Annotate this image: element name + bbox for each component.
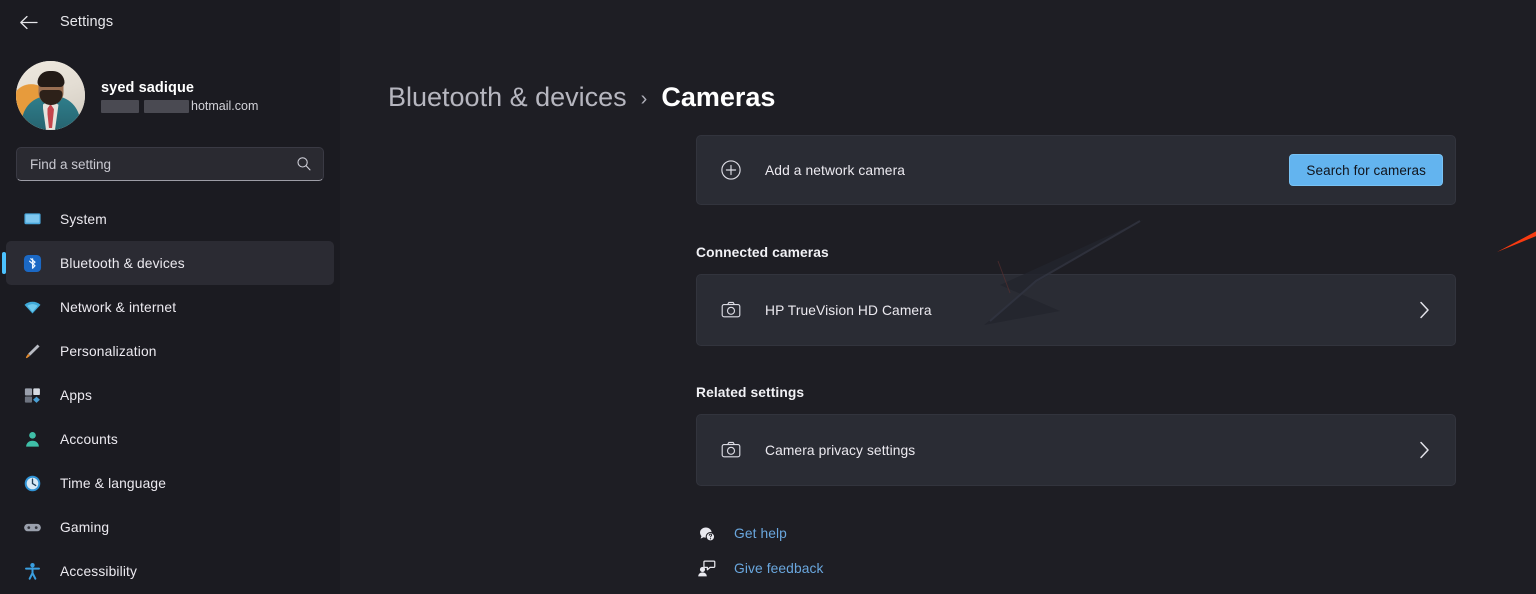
apps-icon [22,385,42,405]
add-network-camera-row: Add a network camera Search for cameras [696,135,1456,205]
sidebar-item-label: System [60,211,107,227]
sidebar-item-system[interactable]: System [6,197,334,241]
sidebar-item-label: Network & internet [60,299,177,315]
search-box[interactable] [16,147,324,181]
redaction-block [144,99,189,113]
add-network-camera-label: Add a network camera [765,162,906,178]
sidebar-item-time-language[interactable]: Time & language [6,461,334,505]
sidebar-item-accessibility[interactable]: Accessibility [6,549,334,593]
breadcrumb-parent[interactable]: Bluetooth & devices [388,84,627,111]
give-feedback-label: Give feedback [734,560,824,576]
camera-icon [719,438,743,462]
camera-privacy-settings-row[interactable]: Camera privacy settings [696,414,1456,486]
sidebar-nav: System Bluetooth & devices Network & int… [0,181,340,593]
give-feedback-link[interactable]: Give feedback [696,557,824,579]
feedback-icon [696,558,716,578]
avatar[interactable] [16,61,85,130]
plus-circle-icon [719,158,743,182]
get-help-link[interactable]: Get help [696,522,824,544]
accessibility-icon [22,561,42,581]
monitor-icon [22,209,42,229]
sidebar: Settings syed sadique hotmail.com Find a… [0,0,340,594]
sidebar-item-bluetooth-devices[interactable]: Bluetooth & devices [2,241,334,285]
sidebar-item-accounts[interactable]: Accounts [6,417,334,461]
related-settings-heading: Related settings [696,385,805,400]
get-help-label: Get help [734,525,787,541]
connected-camera-row[interactable]: HP TrueVision HD Camera [696,274,1456,346]
content-area: Bluetooth & devices › Cameras Add a netw… [340,0,1536,594]
sidebar-item-label: Bluetooth & devices [60,255,185,271]
sidebar-item-network-internet[interactable]: Network & internet [6,285,334,329]
person-icon [22,429,42,449]
annotation-arrow [1497,231,1536,252]
help-icon [696,523,716,543]
account-card[interactable]: syed sadique hotmail.com [0,44,340,130]
wifi-icon [22,297,42,317]
chevron-right-icon[interactable] [1411,437,1437,463]
account-name: syed sadique [101,79,195,96]
settings-window: Settings syed sadique hotmail.com Find a… [0,0,1536,594]
camera-privacy-settings-label: Camera privacy settings [765,442,916,458]
bluetooth-icon [22,253,42,273]
connected-cameras-heading: Connected cameras [696,245,829,260]
search-input[interactable] [30,156,296,172]
breadcrumb: Bluetooth & devices › Cameras [340,0,1536,111]
sidebar-item-label: Apps [60,387,93,403]
camera-icon [719,298,743,322]
breadcrumb-separator-icon: › [640,88,648,110]
sidebar-item-personalization[interactable]: Personalization [6,329,334,373]
footer-links: Get help Give feedback [696,522,824,579]
paintbrush-icon [22,341,42,361]
search-for-cameras-button[interactable]: Search for cameras [1289,154,1443,186]
gamepad-icon [22,517,42,537]
page-title: Cameras [661,82,776,112]
sidebar-item-label: Personalization [60,343,157,359]
sidebar-item-label: Accessibility [60,563,138,579]
sidebar-item-apps[interactable]: Apps [6,373,334,417]
sidebar-item-gaming[interactable]: Gaming [6,505,334,549]
connected-camera-label: HP TrueVision HD Camera [765,302,932,318]
chevron-right-icon[interactable] [1411,297,1437,323]
titlebar: Settings [0,0,340,44]
account-email: hotmail.com [101,99,258,114]
search-icon [296,156,312,172]
sidebar-item-label: Time & language [60,475,167,491]
back-arrow-icon[interactable] [14,8,42,36]
sidebar-item-label: Accounts [60,431,118,447]
search-container [0,130,340,181]
sidebar-item-label: Gaming [60,519,110,535]
account-email-suffix: hotmail.com [191,99,259,113]
app-title: Settings [60,14,114,30]
clock-icon [22,473,42,493]
redaction-block [101,99,139,113]
